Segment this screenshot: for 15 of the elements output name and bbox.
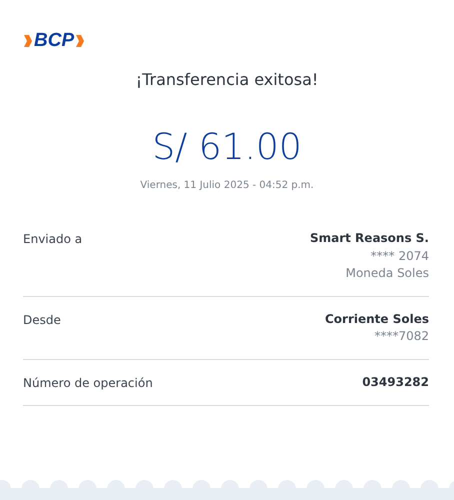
detail-value: **** 2074: [370, 248, 429, 264]
detail-value: Moneda Soles: [346, 265, 429, 282]
logo-text: BCP: [34, 32, 74, 50]
detail-value: ****7082: [374, 328, 429, 345]
detail-value: Smart Reasons S.: [310, 230, 429, 247]
detail-label: Desde: [23, 312, 61, 328]
chevron-icon: [75, 34, 86, 48]
detail-label: Enviado a: [23, 231, 82, 248]
detail-value: Corriente Soles: [324, 310, 429, 328]
amount: S/ 61.00: [151, 127, 303, 168]
detail-label: Número de operación: [23, 374, 153, 392]
transfer-date: Viernes, 11 Julio 2025 - 04:52 p.m.: [139, 180, 315, 191]
detail-value: 03493282: [362, 374, 429, 390]
success-title: ¡Transferencia exitosa!: [134, 70, 320, 89]
chevron-icon: [23, 34, 33, 48]
